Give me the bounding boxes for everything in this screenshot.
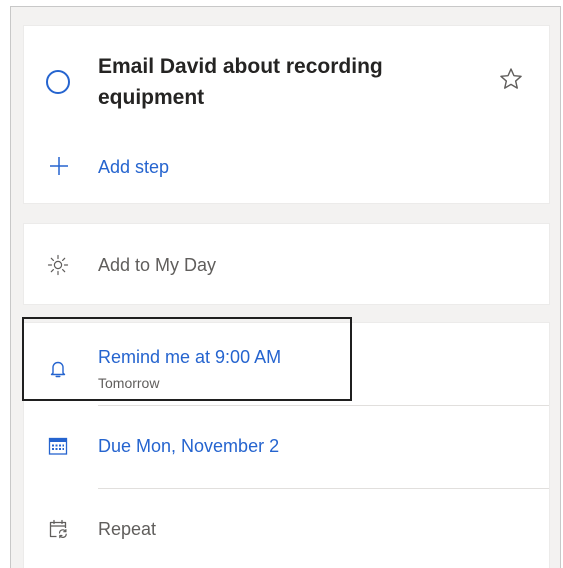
plus-icon bbox=[50, 157, 68, 175]
repeat-icon bbox=[49, 519, 67, 539]
due-date-label: Due Mon, November 2 bbox=[98, 436, 280, 456]
add-step-label: Add step bbox=[98, 157, 170, 177]
task-detail-pane: Email David about recording equipment Ad… bbox=[10, 6, 561, 568]
dates-card: Remind me at 9:00 AM Tomorrow Due Mon, N… bbox=[22, 317, 550, 568]
reminder-sublabel: Tomorrow bbox=[98, 375, 160, 391]
due-date-button[interactable]: Due Mon, November 2 bbox=[24, 405, 549, 487]
remind-me-button[interactable]: Remind me at 9:00 AM Tomorrow bbox=[24, 323, 549, 405]
task-title[interactable]: Email David about recording equipment bbox=[98, 51, 458, 113]
calendar-icon bbox=[48, 437, 68, 455]
add-step-button[interactable]: Add step bbox=[24, 144, 549, 190]
sun-icon bbox=[47, 254, 69, 276]
star-icon[interactable] bbox=[498, 66, 524, 92]
repeat-label: Repeat bbox=[98, 519, 157, 539]
repeat-button[interactable]: Repeat bbox=[24, 488, 549, 568]
complete-circle-icon[interactable] bbox=[46, 70, 70, 94]
my-day-card: Add to My Day bbox=[23, 223, 550, 305]
add-to-my-day-label: Add to My Day bbox=[98, 255, 217, 275]
task-title-card: Email David about recording equipment Ad… bbox=[23, 25, 550, 204]
reminder-label: Remind me at 9:00 AM bbox=[98, 347, 282, 367]
bell-icon bbox=[50, 361, 66, 378]
add-to-my-day-button[interactable]: Add to My Day bbox=[24, 224, 549, 304]
